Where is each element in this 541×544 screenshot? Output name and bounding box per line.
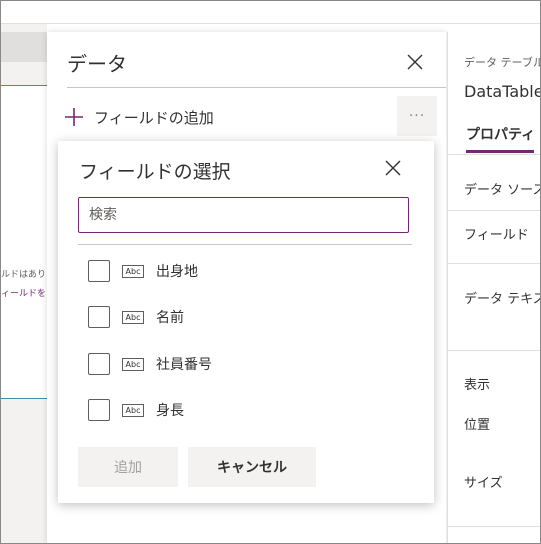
field-name: 身長	[156, 403, 184, 419]
properties-pane: データ テーブル DataTable2 プロパティ データ ソース フィールド …	[447, 32, 541, 543]
dialog-title: フィールドの選択	[79, 161, 231, 183]
cancel-button[interactable]: キャンセル	[188, 447, 316, 487]
text-type-icon: Abc	[122, 357, 144, 371]
control-name[interactable]: DataTable2	[464, 82, 540, 101]
more-icon: ···	[408, 108, 426, 124]
size-label: サイズ	[464, 476, 503, 491]
active-tab-indicator	[466, 150, 534, 153]
canvas-empty-message: ルドはあり	[1, 270, 47, 280]
text-type-icon: Abc	[122, 310, 144, 324]
fields-property[interactable]: フィールド	[464, 224, 529, 243]
field-name: 名前	[156, 310, 184, 326]
field-item[interactable]: Abc 社員番号	[88, 351, 212, 377]
add-field-label: フィールドの追加	[94, 108, 214, 127]
close-icon[interactable]	[405, 52, 425, 72]
field-item[interactable]: Abc 名前	[88, 304, 184, 330]
search-input[interactable]	[78, 197, 409, 233]
data-table-control-preview[interactable]	[1, 85, 47, 399]
data-pane-title: データ	[67, 52, 127, 76]
canvas-header-bar	[1, 32, 47, 62]
field-checkbox[interactable]	[88, 399, 110, 421]
position-label: 位置	[464, 418, 491, 433]
divider	[448, 526, 540, 527]
data-source-label: データ ソース	[464, 183, 541, 198]
app-window: ルドはあり ィールドを データ フィールドの追加 ··· フィールドの選択 Ab…	[0, 0, 541, 544]
add-field-button[interactable]: フィールドの追加	[63, 104, 214, 130]
tab-properties[interactable]: プロパティ	[466, 124, 535, 144]
more-options-button[interactable]: ···	[397, 96, 437, 136]
field-checkbox[interactable]	[88, 306, 110, 328]
divider	[448, 154, 540, 155]
divider	[448, 263, 540, 264]
field-item[interactable]: Abc 出身地	[88, 258, 198, 284]
plus-icon	[65, 108, 83, 126]
canvas-area: ルドはあり ィールドを	[1, 24, 47, 543]
field-name: 出身地	[156, 264, 198, 280]
data-text-label: データ テキスト	[464, 292, 540, 307]
close-icon[interactable]	[384, 159, 402, 177]
divider	[448, 350, 540, 351]
divider	[448, 210, 540, 211]
pane-divider	[67, 87, 446, 88]
dialog-divider	[78, 244, 412, 245]
control-type-label: データ テーブル	[464, 56, 541, 69]
field-checkbox[interactable]	[88, 353, 110, 375]
text-type-icon: Abc	[122, 264, 144, 278]
field-name: 社員番号	[156, 357, 212, 373]
canvas-add-field-link[interactable]: ィールドを	[1, 286, 46, 299]
text-type-icon: Abc	[122, 403, 144, 417]
field-item[interactable]: Abc 身長	[88, 397, 184, 423]
add-button[interactable]: 追加	[78, 447, 178, 487]
field-select-dialog: フィールドの選択 Abc 出身地 Abc 名前 Abc 社員番号 Abc 身長 …	[58, 141, 434, 503]
field-checkbox[interactable]	[88, 260, 110, 282]
display-label: 表示	[464, 378, 491, 393]
top-bar	[1, 1, 540, 24]
